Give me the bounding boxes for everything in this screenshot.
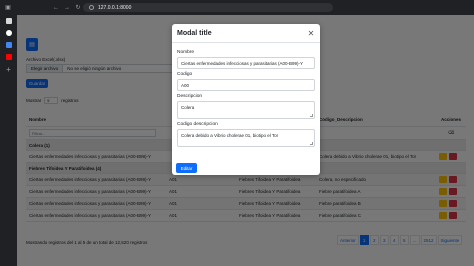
refresh-icon[interactable]: ↻ bbox=[74, 4, 82, 12]
sidebar-app-icon[interactable] bbox=[0, 39, 17, 51]
forward-icon[interactable]: → bbox=[63, 4, 71, 12]
edit-button[interactable]: Editar bbox=[176, 163, 197, 173]
codigo-descripcion-label: Codigo descripcion bbox=[177, 122, 218, 127]
codigo-descripcion-textarea[interactable]: Colera debido a Vibrio cholerae 01, biot… bbox=[177, 129, 315, 147]
tab-actions-icon[interactable]: ▣ bbox=[4, 4, 12, 12]
sidebar-favorites-icon[interactable] bbox=[0, 15, 17, 27]
descripcion-textarea[interactable]: Colera bbox=[177, 101, 315, 119]
sidebar-github-icon[interactable] bbox=[0, 27, 17, 39]
address-bar[interactable]: 127.0.0.1:8000 bbox=[83, 3, 333, 12]
sidebar-youtube-icon[interactable] bbox=[0, 51, 17, 63]
codigo-label: Codigo bbox=[177, 72, 193, 77]
browser-sidebar: + bbox=[0, 15, 17, 266]
url-text: 127.0.0.1:8000 bbox=[98, 4, 132, 11]
descripcion-label: Descripcion bbox=[177, 94, 203, 99]
edit-modal: Modal title ✕ Nombre Ciertas enfermedade… bbox=[172, 24, 320, 175]
codigo-descripcion-text: Colera debido a Vibrio cholerae 01, biot… bbox=[181, 133, 279, 138]
sidebar-add-icon[interactable]: + bbox=[0, 63, 17, 75]
site-info-icon[interactable] bbox=[89, 5, 94, 10]
modal-body: Nombre Ciertas enfermedades infecciosas … bbox=[172, 43, 320, 153]
modal-header: Modal title ✕ bbox=[172, 24, 320, 43]
nombre-input[interactable]: Ciertas enfermedades infecciosas y paras… bbox=[177, 57, 315, 69]
modal-title: Modal title bbox=[177, 29, 212, 37]
resize-grip-icon[interactable] bbox=[310, 142, 313, 145]
resize-grip-icon[interactable] bbox=[310, 114, 313, 117]
close-icon[interactable]: ✕ bbox=[307, 29, 315, 38]
descripcion-text: Colera bbox=[181, 105, 195, 110]
codigo-input[interactable]: A00 bbox=[177, 79, 315, 91]
back-icon[interactable]: ← bbox=[52, 4, 60, 12]
nombre-label: Nombre bbox=[177, 50, 195, 55]
